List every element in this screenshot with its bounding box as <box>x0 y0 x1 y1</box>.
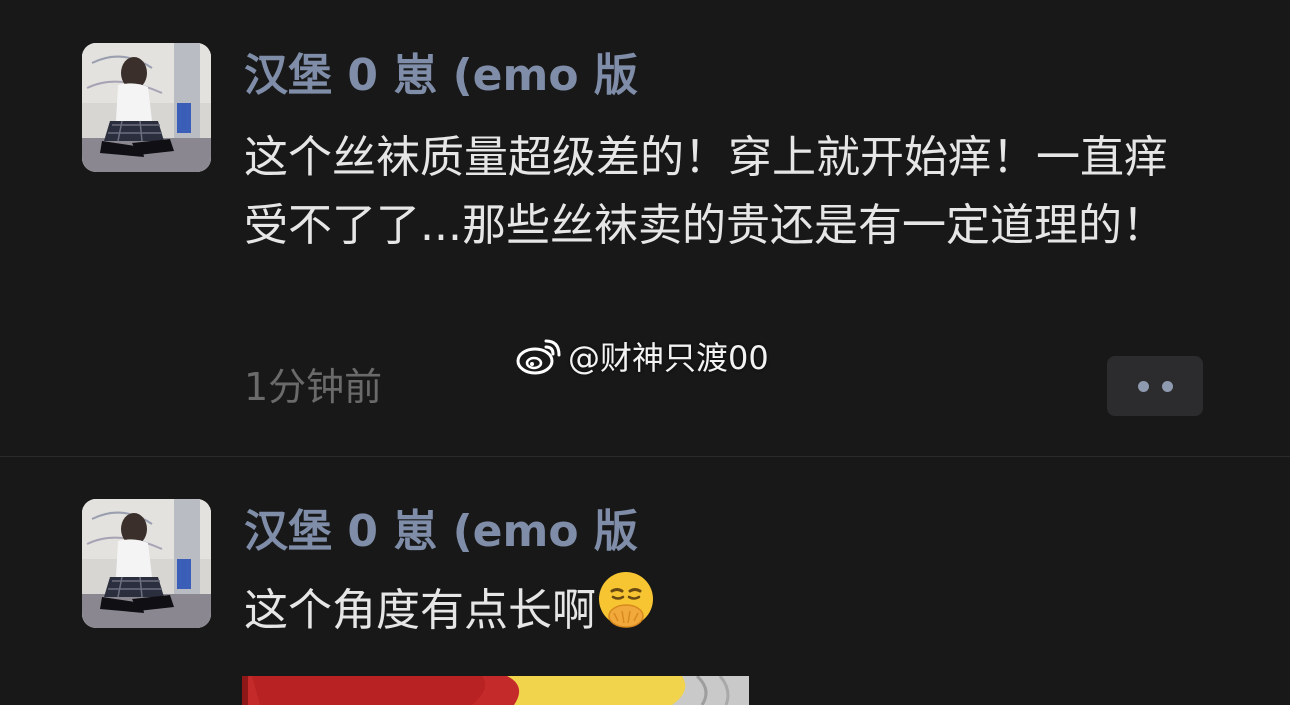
avatar[interactable] <box>82 43 211 172</box>
avatar-image <box>82 499 211 628</box>
avatar[interactable] <box>82 499 211 628</box>
attached-image-preview <box>242 676 749 705</box>
comment-text-row: 这个角度有点长啊 <box>244 572 1184 649</box>
dot-icon <box>1162 381 1173 392</box>
watermark-text: @财神只渡00 <box>568 339 769 377</box>
comment-text: 这个丝袜质量超级差的！穿上就开始痒！一直痒受不了了...那些丝袜卖的贵还是有一定… <box>244 132 1168 251</box>
weibo-watermark: @财神只渡00 <box>516 334 769 378</box>
weibo-icon <box>516 339 561 375</box>
comment-item: 汉堡 0 崽 (emo 版 这个角度有点长啊 <box>0 457 1290 705</box>
comment-item: 汉堡 0 崽 (emo 版 这个丝袜质量超级差的！穿上就开始痒！一直痒受不了了.… <box>0 0 1290 456</box>
username[interactable]: 汉堡 0 崽 (emo 版 <box>244 46 638 106</box>
comment-feed: 汉堡 0 崽 (emo 版 这个丝袜质量超级差的！穿上就开始痒！一直痒受不了了.… <box>0 0 1290 705</box>
username[interactable]: 汉堡 0 崽 (emo 版 <box>244 502 638 562</box>
more-options-button[interactable] <box>1107 356 1203 416</box>
timestamp: 1分钟前 <box>244 365 383 409</box>
dot-icon <box>1138 381 1149 392</box>
avatar-image <box>82 43 211 172</box>
attached-image[interactable] <box>242 676 749 705</box>
comment-text: 这个角度有点长啊 <box>244 585 596 636</box>
face-with-hand-over-mouth-icon <box>596 569 656 649</box>
